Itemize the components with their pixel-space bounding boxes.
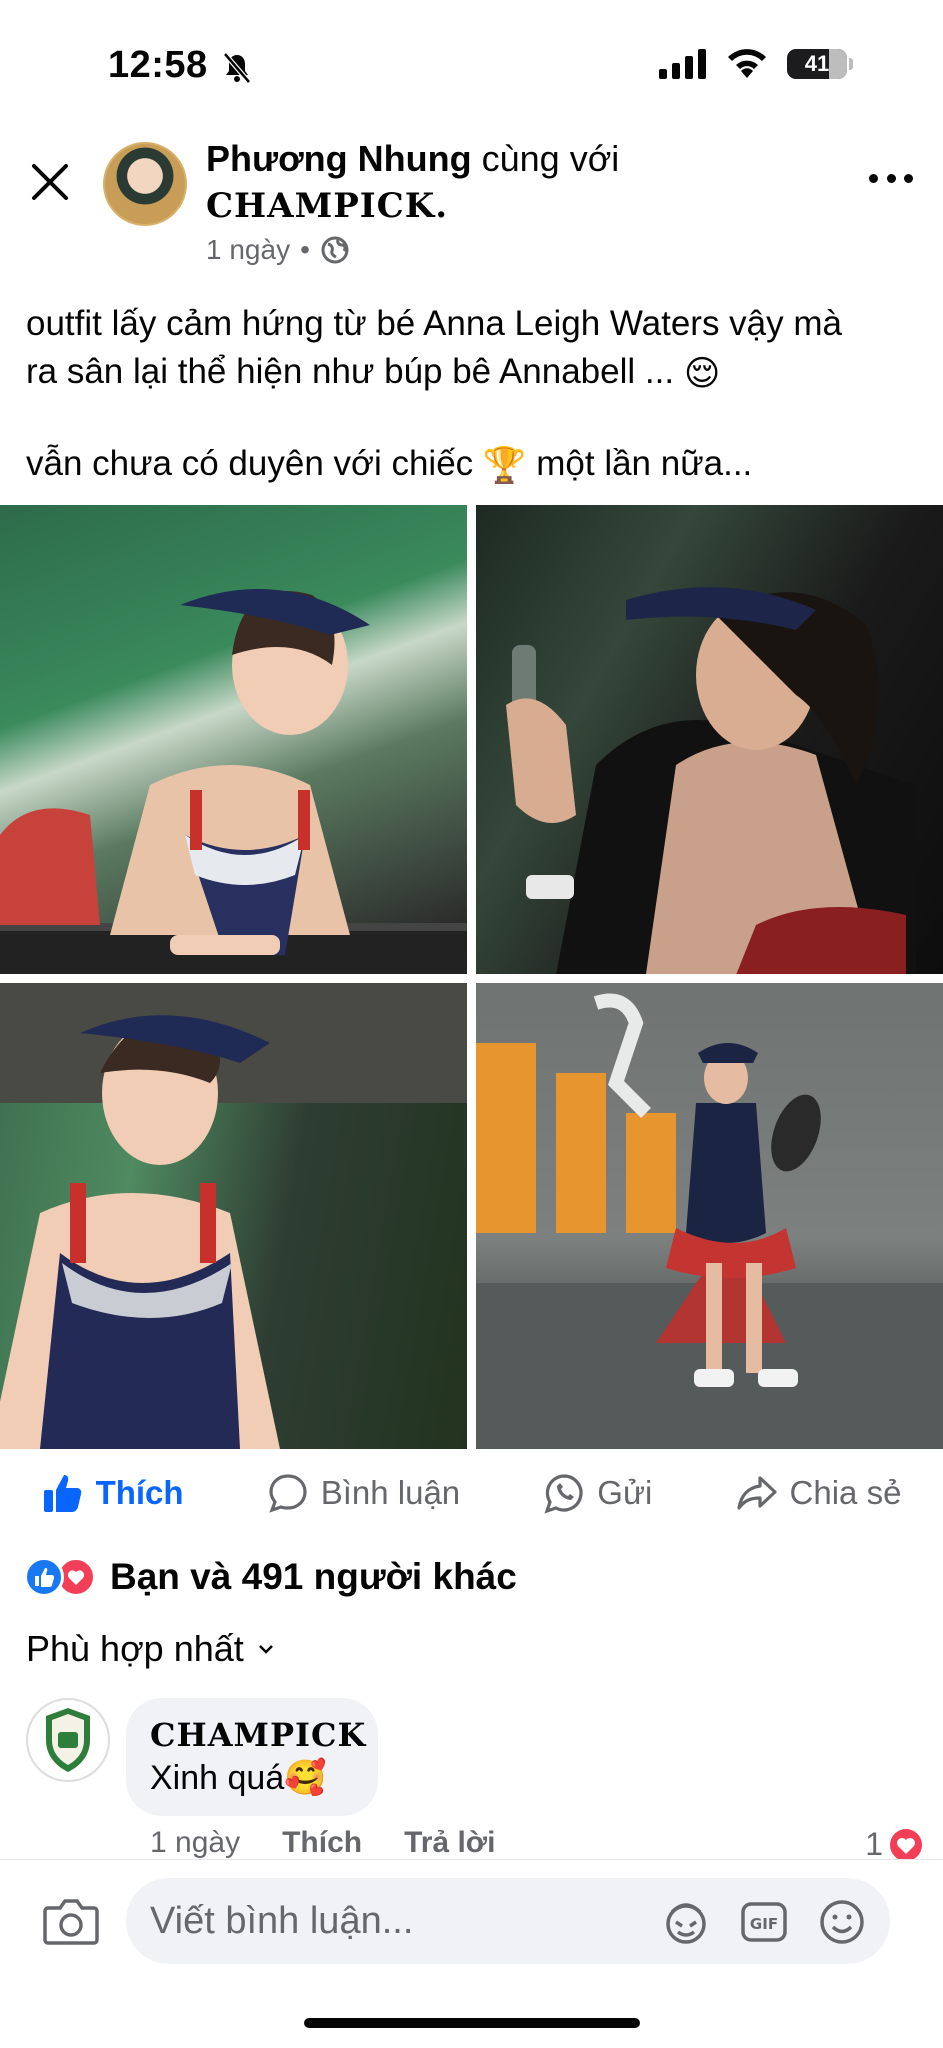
- post-photo-3[interactable]: [0, 983, 467, 1449]
- comment-meta: 1 ngày Thích Trả lời: [150, 1826, 495, 1860]
- reaction-summary[interactable]: Bạn và 491 người khác: [24, 1556, 517, 1598]
- status-time: 12:58: [108, 44, 208, 86]
- trophy-emoji: 🏆: [482, 445, 527, 485]
- battery-icon: 41: [787, 49, 847, 79]
- meta-separator: •: [300, 234, 310, 265]
- comment-author[interactable]: CHAMPICK: [150, 1716, 366, 1754]
- like-reaction-icon: [24, 1557, 64, 1597]
- smiling-hearts-emoji: 🥰: [284, 1759, 327, 1797]
- comment-button[interactable]: Bình luận: [267, 1472, 460, 1514]
- comment-reaction-number: 1: [865, 1826, 883, 1862]
- comment-body: Xinh quá: [150, 1759, 285, 1797]
- post-photo-2[interactable]: [476, 505, 943, 974]
- share-arrow-icon: [736, 1476, 777, 1510]
- home-indicator[interactable]: [304, 2018, 640, 2028]
- comment-like-button[interactable]: Thích: [282, 1826, 362, 1860]
- share-button[interactable]: Chia sẻ: [736, 1472, 902, 1514]
- author-avatar[interactable]: [103, 142, 187, 226]
- author-name[interactable]: Phương Nhung: [206, 138, 472, 179]
- emoji-picker-icon[interactable]: [818, 1898, 866, 1946]
- caption-line: ra sân lại thể hiện như búp bê Annabell …: [26, 352, 675, 391]
- send-button[interactable]: Gửi: [543, 1472, 652, 1514]
- post-photo-1[interactable]: [0, 505, 467, 974]
- camera-icon[interactable]: [42, 1896, 100, 1946]
- comment-sort-dropdown[interactable]: Phù hợp nhất: [26, 1628, 274, 1670]
- relieved-face-emoji: 😌: [683, 353, 721, 393]
- more-options-icon[interactable]: [869, 168, 913, 188]
- thumbs-up-icon: [43, 1475, 81, 1512]
- share-label: Chia sẻ: [789, 1474, 902, 1511]
- comment-placeholder: Viết bình luận...: [150, 1900, 414, 1942]
- battery-level: 41: [804, 51, 830, 76]
- caption-line: một lần nữa...: [536, 443, 753, 483]
- post-time[interactable]: 1 ngày: [206, 234, 290, 266]
- close-icon[interactable]: [28, 160, 72, 204]
- send-label: Gửi: [597, 1474, 653, 1511]
- comment-time: 1 ngày: [150, 1826, 241, 1859]
- signal-icon: [659, 49, 706, 79]
- avatar-sticker-icon[interactable]: [662, 1898, 710, 1946]
- status-indicators: 41: [659, 48, 853, 80]
- post-author-line: Phương Nhung cùng với: [206, 138, 619, 180]
- post-caption: outfit lấy cảm hứng từ bé Anna Leigh Wat…: [26, 300, 926, 490]
- gif-icon[interactable]: GIF: [740, 1898, 788, 1946]
- with-text: cùng với: [481, 138, 620, 179]
- caption-line: vẫn chưa có duyên với chiếc: [26, 443, 474, 483]
- post-meta: 1 ngày •: [206, 234, 350, 266]
- tagged-page-name[interactable]: CHAMPICK.: [206, 186, 448, 226]
- reaction-text: Bạn và 491 người khác: [110, 1556, 517, 1597]
- wifi-icon: [728, 49, 766, 78]
- sort-label: Phù hợp nhất: [26, 1628, 244, 1669]
- commenter-avatar[interactable]: [26, 1698, 110, 1782]
- comment-bubble-icon: [269, 1474, 307, 1513]
- comment-reply-button[interactable]: Trả lời: [404, 1826, 495, 1860]
- svg-text:GIF: GIF: [750, 1915, 778, 1933]
- public-globe-icon: [321, 236, 349, 264]
- like-label: Thích: [95, 1474, 184, 1511]
- love-reaction-icon: [890, 1828, 922, 1861]
- like-button[interactable]: Thích: [42, 1472, 184, 1514]
- post-photo-4[interactable]: [476, 983, 943, 1449]
- post-action-bar: Thích Bình luận Gửi Chia sẻ: [0, 1460, 943, 1526]
- comment-reaction-count[interactable]: 1: [865, 1826, 923, 1863]
- whatsapp-icon: [544, 1474, 583, 1514]
- comment-text: Xinh quá🥰: [150, 1758, 327, 1798]
- caption-line: outfit lấy cảm hứng từ bé Anna Leigh Wat…: [26, 304, 842, 343]
- silent-bell-icon: [223, 52, 251, 84]
- chevron-down-icon: [258, 1645, 273, 1654]
- comment-label: Bình luận: [320, 1474, 461, 1511]
